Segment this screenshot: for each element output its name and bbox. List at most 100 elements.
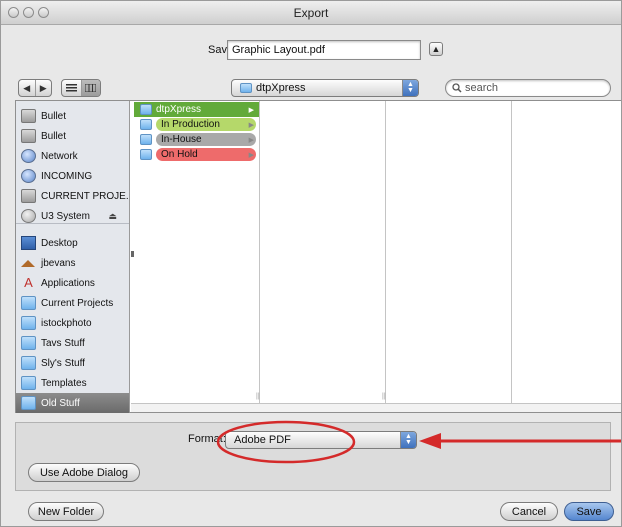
disclosure-arrow-icon: ▶ xyxy=(248,121,254,129)
folder-icon xyxy=(21,296,36,310)
folder-icon xyxy=(21,316,36,330)
sidebar-item-desktop[interactable]: Desktop xyxy=(16,233,129,253)
network-icon xyxy=(21,149,36,163)
disclosure-arrow-icon: ▶ xyxy=(248,136,254,144)
column-view-icon xyxy=(85,84,97,92)
column-item-on-hold[interactable]: On Hold ▶ xyxy=(134,147,259,162)
window-title: Export xyxy=(293,6,329,20)
sidebar-item-current-projects-volume[interactable]: CURRENT PROJE... xyxy=(16,186,129,206)
chevron-updown-icon: ▲ ▼ xyxy=(402,80,418,96)
folder-icon xyxy=(140,104,152,115)
format-value: Adobe PDF xyxy=(234,434,291,446)
search-placeholder: search xyxy=(465,82,499,94)
sidebar-item-jbevans[interactable]: jbevans xyxy=(16,253,129,273)
sidebar-item-label: Applications xyxy=(41,277,95,289)
sidebar-item-label: Current Projects xyxy=(41,297,114,309)
format-label: Format: xyxy=(188,433,226,445)
triangle-up-icon: ▲ xyxy=(431,44,441,54)
disclosure-arrow-icon: ▶ xyxy=(248,106,254,114)
sidebar-item-tavs-stuff[interactable]: Tavs Stuff xyxy=(16,333,129,353)
disclosure-arrow-icon: ▶ xyxy=(248,151,254,159)
file-browser: Bullet Bullet Network INCOMING CURRENT P… xyxy=(15,100,621,413)
sidebar-item-applications[interactable]: A Applications xyxy=(16,273,129,293)
folder-icon xyxy=(140,149,152,160)
sidebar-item-label: CURRENT PROJE... xyxy=(41,190,129,202)
sidebar-item-incoming[interactable]: INCOMING xyxy=(16,166,129,186)
folder-icon xyxy=(140,134,152,145)
horizontal-scrollbar[interactable] xyxy=(131,403,621,412)
column-item-in-production[interactable]: In Production ▶ xyxy=(134,117,259,132)
sidebar-item-label: istockphoto xyxy=(41,317,92,329)
forward-button[interactable]: ▶ xyxy=(34,80,52,96)
folder-icon xyxy=(21,336,36,350)
sidebar-item-label: Bullet xyxy=(41,130,67,142)
sidebar-item-label: U3 System xyxy=(41,210,90,222)
view-mode-control xyxy=(61,79,101,97)
drive-icon xyxy=(21,109,36,123)
applications-icon: A xyxy=(24,275,33,290)
title-bar: Export xyxy=(1,1,621,25)
sidebar-item-current-projects[interactable]: Current Projects xyxy=(16,293,129,313)
location-popup[interactable]: dtpXpress ▲ ▼ xyxy=(231,79,419,97)
use-adobe-dialog-button[interactable]: Use Adobe Dialog xyxy=(28,463,140,482)
column-item-label: In Production xyxy=(156,118,256,131)
save-as-field[interactable]: Graphic Layout.pdf xyxy=(227,40,421,60)
sidebar-item-label: Desktop xyxy=(41,237,78,249)
collapse-dialog-button[interactable]: ▲ xyxy=(429,42,443,56)
column-item-label: On Hold xyxy=(156,148,256,161)
export-dialog: Export Save As: Graphic Layout.pdf ▲ ◀ ▶… xyxy=(0,0,622,527)
sidebar-item-label: INCOMING xyxy=(41,170,93,182)
sidebar-item-label: Tavs Stuff xyxy=(41,337,85,349)
column-resize-handle[interactable]: || xyxy=(382,393,386,400)
list-view-icon xyxy=(65,84,77,92)
browser-column-4 xyxy=(512,101,621,403)
search-field[interactable]: search xyxy=(445,79,611,97)
folder-icon xyxy=(21,356,36,370)
sidebar-divider xyxy=(16,223,129,224)
list-view-button[interactable] xyxy=(62,80,81,96)
desktop-icon xyxy=(21,236,36,250)
sidebar-item-network[interactable]: Network xyxy=(16,146,129,166)
search-icon xyxy=(452,83,462,93)
save-button[interactable]: Save xyxy=(564,502,614,521)
drive-icon xyxy=(21,129,36,143)
sidebar-item-label: Network xyxy=(41,150,78,162)
sidebar-item-bullet[interactable]: Bullet xyxy=(16,106,129,126)
drive-icon xyxy=(21,189,36,203)
sidebar-item-slys-stuff[interactable]: Sly's Stuff xyxy=(16,353,129,373)
folder-icon xyxy=(140,119,152,130)
sidebar-item-templates[interactable]: Templates xyxy=(16,373,129,393)
folder-icon xyxy=(21,376,36,390)
column-item-label: dtpXpress xyxy=(156,104,202,115)
sidebar-item-label: Bullet xyxy=(41,110,67,122)
sidebar-item-label: jbevans xyxy=(41,257,76,269)
column-item-dtpxpress[interactable]: dtpXpress ▶ xyxy=(134,102,259,117)
sidebar-item-istockphoto[interactable]: istockphoto xyxy=(16,313,129,333)
eject-icon[interactable]: ⏏ xyxy=(108,211,117,222)
column-item-label: In-House xyxy=(156,133,256,146)
chevron-updown-icon: ▲ ▼ xyxy=(400,432,416,448)
browser-column-2 xyxy=(260,101,386,403)
column-item-in-house[interactable]: In-House ▶ xyxy=(134,132,259,147)
new-folder-button[interactable]: New Folder xyxy=(28,502,104,521)
format-popup[interactable]: Adobe PDF ▲ ▼ xyxy=(225,431,417,449)
sidebar-item-label: Sly's Stuff xyxy=(41,357,85,369)
location-label: dtpXpress xyxy=(256,82,306,94)
back-forward-control: ◀ ▶ xyxy=(18,79,52,97)
home-icon xyxy=(21,259,35,267)
back-button[interactable]: ◀ xyxy=(19,80,35,96)
sidebar-item-old-stuff[interactable]: Old Stuff xyxy=(16,393,129,413)
sidebar-item-label: Old Stuff xyxy=(41,397,80,409)
folder-icon xyxy=(240,83,252,93)
cancel-button[interactable]: Cancel xyxy=(500,502,558,521)
usb-drive-icon xyxy=(21,209,36,223)
column-view-button[interactable] xyxy=(80,80,100,96)
sidebar: Bullet Bullet Network INCOMING CURRENT P… xyxy=(16,101,130,413)
sidebar-item-bullet-2[interactable]: Bullet xyxy=(16,126,129,146)
sidebar-item-label: Templates xyxy=(41,377,87,389)
column-resize-handle[interactable]: || xyxy=(256,393,260,400)
browser-column-1: dtpXpress ▶ In Production ▶ In-House ▶ O… xyxy=(134,101,260,403)
folder-icon xyxy=(21,396,36,410)
browser-column-3 xyxy=(386,101,512,403)
network-volume-icon xyxy=(21,169,36,183)
